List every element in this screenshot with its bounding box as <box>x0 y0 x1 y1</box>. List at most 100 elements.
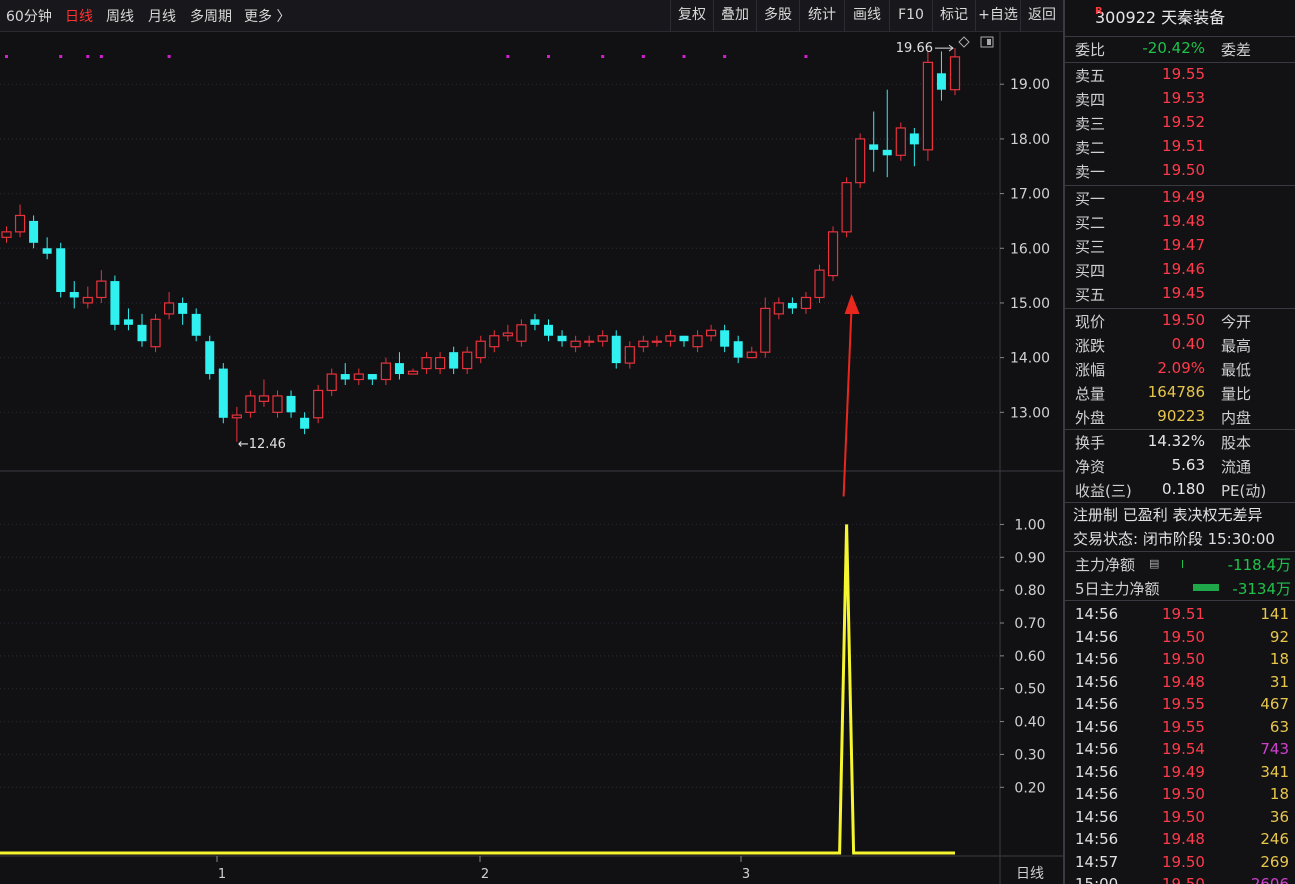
candle[interactable] <box>773 297 784 320</box>
candle[interactable] <box>895 122 906 161</box>
candle-body <box>137 324 147 342</box>
tab-multi-period[interactable]: 多周期 <box>190 6 232 26</box>
tab-60min[interactable]: 60分钟 <box>6 6 52 26</box>
candle[interactable] <box>841 177 852 238</box>
candle[interactable] <box>286 390 296 418</box>
candle[interactable] <box>949 48 961 96</box>
ask-level-4-value: 19.53 <box>1162 89 1205 107</box>
candle[interactable] <box>110 275 120 331</box>
candle[interactable] <box>218 363 228 424</box>
f10-button[interactable]: F10 <box>889 0 932 31</box>
indicator-axis-label: 0.80 <box>1014 583 1045 599</box>
candle[interactable] <box>272 390 283 418</box>
candle[interactable] <box>123 308 133 331</box>
candle[interactable] <box>340 363 350 385</box>
restore-rights-button[interactable]: 复权 <box>670 0 713 31</box>
statistics-button[interactable]: 统计 <box>799 0 844 31</box>
mark-button[interactable]: 标记 <box>932 0 975 31</box>
candle[interactable] <box>421 352 432 375</box>
candle[interactable] <box>827 226 839 282</box>
tab-monthly[interactable]: 月线 <box>148 6 176 26</box>
candle[interactable] <box>313 384 324 424</box>
candle[interactable] <box>489 330 500 353</box>
candle[interactable] <box>462 346 473 375</box>
candle[interactable] <box>800 292 812 314</box>
candle[interactable] <box>922 51 934 161</box>
tick-price: 19.50 <box>1162 785 1205 803</box>
tab-more[interactable]: 更多 〉 <box>244 6 290 26</box>
candle[interactable] <box>855 133 866 189</box>
candle[interactable] <box>624 341 635 369</box>
candle[interactable] <box>760 297 771 358</box>
add-favorite-button[interactable]: +自选 <box>975 0 1020 31</box>
candle[interactable] <box>449 346 459 375</box>
candle[interactable] <box>380 357 391 385</box>
candle[interactable] <box>516 319 527 347</box>
candle[interactable] <box>570 335 581 353</box>
candle[interactable] <box>435 352 446 375</box>
candle[interactable] <box>705 324 717 342</box>
candle[interactable] <box>475 335 486 364</box>
kline-chart[interactable]: 19.00 18.00 17.00 16.00 15.00 14.00 13.00 1.00 0… <box>0 31 1063 884</box>
candle[interactable] <box>611 330 621 369</box>
candle[interactable] <box>557 330 567 347</box>
candle[interactable] <box>137 313 147 347</box>
candle[interactable] <box>394 352 404 380</box>
candle[interactable] <box>82 286 93 309</box>
tick-price: 19.50 <box>1162 875 1205 884</box>
candle[interactable] <box>56 242 66 298</box>
candle[interactable] <box>882 89 892 178</box>
back-button[interactable]: 返回 <box>1020 0 1063 31</box>
chart-area[interactable]: 19.00 18.00 17.00 16.00 15.00 14.00 13.00 1.00 0… <box>0 31 1063 884</box>
tick-list[interactable]: 14:56 19.51 141 14:56 19.50 92 14:56 19.50 18 14:… <box>1065 601 1295 884</box>
candle[interactable] <box>178 297 188 325</box>
candle[interactable] <box>679 335 689 347</box>
signal-marker <box>547 55 550 58</box>
candle[interactable] <box>205 335 215 380</box>
candle[interactable] <box>258 379 270 407</box>
candle[interactable] <box>1 226 12 243</box>
candle[interactable] <box>326 368 337 396</box>
candle[interactable] <box>96 270 107 303</box>
doc-icon[interactable]: ▤ <box>1149 557 1159 570</box>
candle[interactable] <box>300 412 310 435</box>
candle[interactable] <box>597 330 608 347</box>
candle[interactable] <box>869 111 879 172</box>
overlay-button[interactable]: 叠加 <box>713 0 756 31</box>
tick-row: 14:56 19.50 18 <box>1065 784 1295 807</box>
candle-body <box>557 335 567 342</box>
candle[interactable] <box>407 368 419 375</box>
candle[interactable] <box>502 324 513 342</box>
candle[interactable] <box>787 297 797 314</box>
candle[interactable] <box>367 374 377 385</box>
candle[interactable] <box>733 335 743 364</box>
candle[interactable] <box>651 335 663 347</box>
candle[interactable] <box>720 324 730 353</box>
candle[interactable] <box>191 308 201 342</box>
candle[interactable] <box>544 319 553 342</box>
draw-line-button[interactable]: 画线 <box>844 0 889 31</box>
candle[interactable] <box>69 281 79 309</box>
candle[interactable] <box>638 335 649 353</box>
candle[interactable] <box>936 51 946 101</box>
candle[interactable] <box>530 313 540 331</box>
tick-row: 14:56 19.50 18 <box>1065 649 1295 672</box>
candle[interactable] <box>245 390 256 418</box>
candle[interactable] <box>29 215 39 249</box>
candle[interactable] <box>746 346 757 359</box>
candle[interactable] <box>665 330 676 347</box>
candle[interactable] <box>353 368 364 385</box>
tick-price: 19.50 <box>1162 852 1205 871</box>
candle[interactable] <box>584 335 595 347</box>
candle[interactable] <box>909 127 919 167</box>
multi-stock-button[interactable]: 多股 <box>756 0 799 31</box>
candle[interactable] <box>814 264 825 303</box>
candle[interactable] <box>692 330 703 353</box>
tab-weekly[interactable]: 周线 <box>106 6 134 26</box>
candle-body <box>638 340 649 348</box>
candle[interactable] <box>164 292 175 320</box>
tab-daily[interactable]: 日线 <box>65 6 93 26</box>
candle[interactable] <box>150 313 161 353</box>
candle[interactable] <box>14 204 26 238</box>
candle-body <box>720 330 730 347</box>
